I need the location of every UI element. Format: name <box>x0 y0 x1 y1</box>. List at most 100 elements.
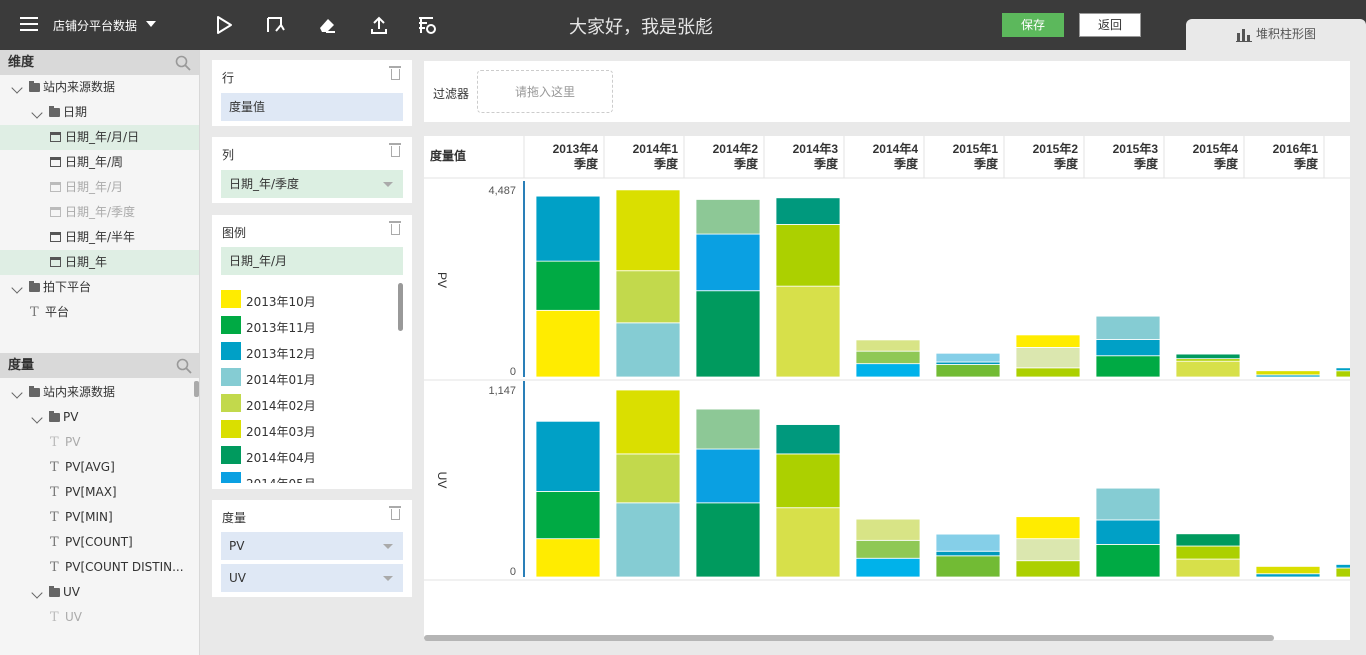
folder-icon <box>29 281 40 292</box>
trash-icon[interactable] <box>389 66 401 80</box>
trash-icon[interactable] <box>389 506 401 520</box>
measures-header: 度量 <box>0 353 199 378</box>
column-pill[interactable]: 日期_年/季度 <box>221 170 403 198</box>
search-icon[interactable] <box>176 358 192 374</box>
legend-scrollbar[interactable] <box>398 283 403 331</box>
legend-item[interactable]: 2013年12月 <box>221 337 403 363</box>
legend-swatch <box>221 446 241 464</box>
tree-item-label: 日期_年 <box>65 255 108 269</box>
chevron-down-icon[interactable] <box>11 387 23 399</box>
text-field-icon: T <box>50 435 59 450</box>
legend-label: 2014年03月 <box>246 425 316 439</box>
legend-shelf-title: 图例 <box>222 226 247 240</box>
bar-segment <box>535 491 601 540</box>
chart-area: 度量值 2013年4 季度 2014年1 季度 2014年2 季度 2014年3 季度 2014年… <box>424 136 1366 640</box>
tree-item[interactable]: T PV <box>0 430 199 455</box>
calendar-icon <box>50 132 61 142</box>
legend-swatch <box>221 342 241 360</box>
bar-segment <box>1095 355 1161 378</box>
filter-drop-zone[interactable]: 请拖入这里 <box>477 70 613 113</box>
column-header-line2: 季度 <box>893 156 919 171</box>
bar-segment <box>1335 564 1366 569</box>
search-icon[interactable] <box>175 55 191 71</box>
chart-horizontal-scrollbar[interactable] <box>424 635 1274 641</box>
tree-item[interactable]: 日期_年/半年 <box>0 225 199 250</box>
chevron-down-icon[interactable] <box>146 21 156 27</box>
legend-item[interactable]: 2013年11月 <box>221 311 403 337</box>
legend-item[interactable]: 2014年05月 <box>221 467 403 483</box>
measures-title: 度量 <box>8 358 35 373</box>
tree-item[interactable]: T 平台 <box>0 300 199 325</box>
legend-item[interactable]: 2014年04月 <box>221 441 403 467</box>
tree-item[interactable]: 日期_年 <box>0 250 199 275</box>
bar-segment <box>615 502 681 578</box>
chevron-down-icon[interactable] <box>11 82 23 94</box>
bar-segment <box>855 350 921 365</box>
field-panel: 维度 站内来源数据 日期 日期_年/月/日 日期_年/周 日期_年/月 日期_年/季度 日期… <box>0 50 200 655</box>
bar-segment <box>695 290 761 378</box>
legend-item[interactable]: 2014年03月 <box>221 415 403 441</box>
tree-item[interactable]: 站内来源数据 <box>0 380 199 405</box>
chevron-down-icon[interactable] <box>31 107 43 119</box>
legend-label: 2014年04月 <box>246 451 316 465</box>
text-field-icon: T <box>50 610 59 625</box>
bar-segment <box>615 453 681 504</box>
measure-scrollbar[interactable] <box>194 381 199 397</box>
tree-item[interactable]: T PV[COUNT DISTIN... <box>0 555 199 580</box>
switch-axis-icon[interactable] <box>265 15 285 35</box>
tree-item[interactable]: 日期_年/周 <box>0 150 199 175</box>
measure-pill-uv[interactable]: UV <box>221 564 403 592</box>
dropdown-icon[interactable] <box>383 544 393 549</box>
eraser-icon[interactable] <box>317 15 337 35</box>
measure-pill-pv[interactable]: PV <box>221 532 403 560</box>
bar-segment <box>935 550 1001 557</box>
dataset-title[interactable]: 店铺分平台数据 <box>53 17 137 34</box>
tree-item[interactable]: T PV[COUNT] <box>0 530 199 555</box>
tree-item[interactable]: T PV[MIN] <box>0 505 199 530</box>
legend-item[interactable]: 2013年10月 <box>221 285 403 311</box>
bar-segment <box>695 502 761 578</box>
tree-item[interactable]: 拍下平台 <box>0 275 199 300</box>
chevron-down-icon[interactable] <box>31 587 43 599</box>
filter-settings-icon[interactable] <box>417 15 437 35</box>
tree-item[interactable]: 日期 <box>0 100 199 125</box>
bar-segment <box>1015 367 1081 378</box>
tree-item-label: UV <box>63 585 80 599</box>
chart-type-tab[interactable]: 堆积柱形图 <box>1186 19 1366 50</box>
legend-item[interactable]: 2014年01月 <box>221 363 403 389</box>
menu-icon[interactable] <box>20 17 38 31</box>
play-icon[interactable] <box>214 15 234 35</box>
tree-item[interactable]: T PV[AVG] <box>0 455 199 480</box>
export-icon[interactable] <box>369 15 389 35</box>
page-title[interactable]: 大家好，我是张彪 <box>569 13 713 39</box>
tree-item[interactable]: T PV[MAX] <box>0 480 199 505</box>
chevron-down-icon[interactable] <box>11 282 23 294</box>
back-button[interactable]: 返回 <box>1079 13 1141 37</box>
tree-item[interactable]: UV <box>0 580 199 605</box>
folder-icon <box>29 386 40 397</box>
tree-item-label: PV[COUNT DISTIN... <box>65 560 184 574</box>
trash-icon[interactable] <box>389 221 401 235</box>
save-button[interactable]: 保存 <box>1002 13 1064 37</box>
tree-item[interactable]: T UV <box>0 605 199 630</box>
trash-icon[interactable] <box>389 143 401 157</box>
chevron-down-icon[interactable] <box>31 412 43 424</box>
folder-icon <box>49 586 60 597</box>
dropdown-icon[interactable] <box>383 182 393 187</box>
tree-item[interactable]: 站内来源数据 <box>0 75 199 100</box>
column-header-line2: 季度 <box>573 156 599 171</box>
folder-icon <box>49 106 60 117</box>
row-pill[interactable]: 度量值 <box>221 93 403 121</box>
dropdown-icon[interactable] <box>383 576 393 581</box>
bar-segment <box>1255 370 1321 376</box>
legend-list: 2013年10月 2013年11月 2013年12月 2014年01月 2014年02月… <box>221 285 403 483</box>
tree-item[interactable]: 日期_年/月/日 <box>0 125 199 150</box>
bar-segment <box>1175 545 1241 560</box>
tree-item[interactable]: PV <box>0 405 199 430</box>
tree-item[interactable]: 日期_年/季度 <box>0 200 199 225</box>
column-header-line2: 季度 <box>1293 156 1319 171</box>
tree-item[interactable]: 日期_年/月 <box>0 175 199 200</box>
legend-item[interactable]: 2014年02月 <box>221 389 403 415</box>
legend-pill[interactable]: 日期_年/月 <box>221 247 403 275</box>
bar-segment <box>775 424 841 455</box>
